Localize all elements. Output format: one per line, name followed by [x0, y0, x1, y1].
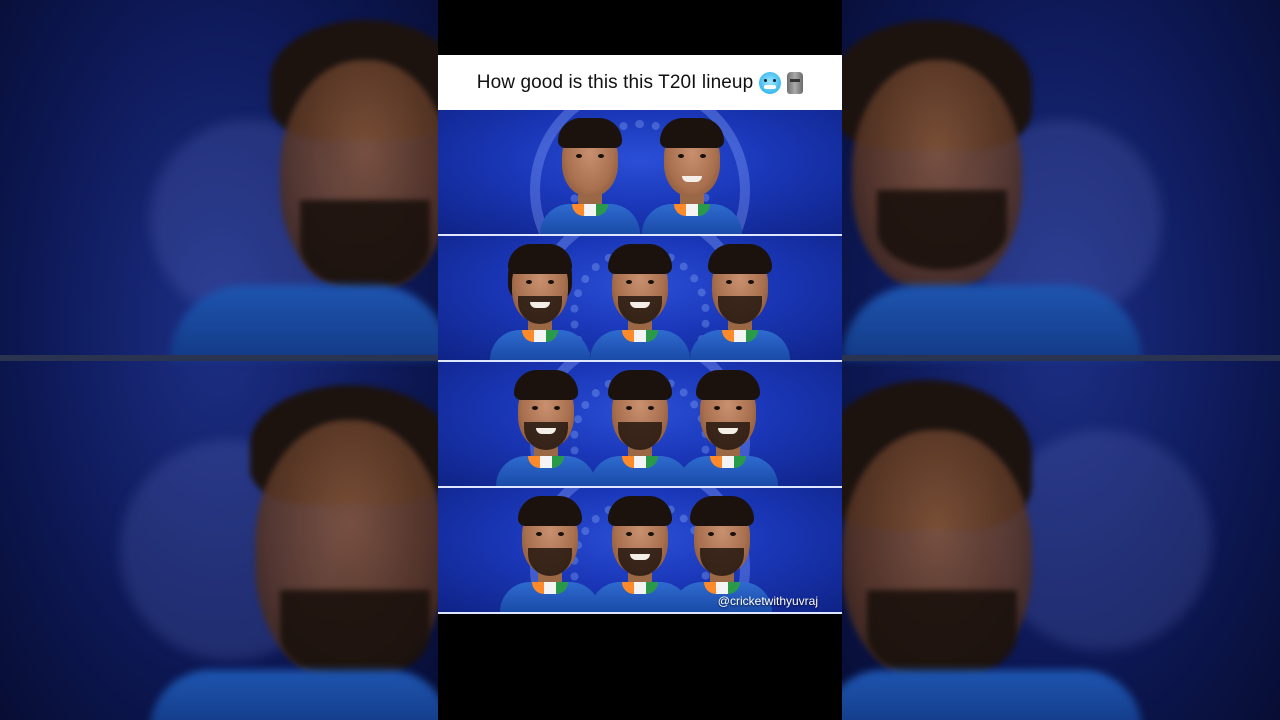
player-photo — [590, 240, 690, 360]
post-content: How good is this this T20I lineup @crick… — [438, 0, 842, 720]
blurred-background-left — [0, 0, 438, 720]
blurred-background-right — [842, 0, 1280, 720]
lineup-row-4: @cricketwithyuvraj — [438, 488, 842, 614]
player-photo — [496, 366, 596, 486]
lineup-image: @cricketwithyuvraj — [438, 110, 842, 614]
lineup-row-2 — [438, 236, 842, 362]
caption-bar: How good is this this T20I lineup — [438, 55, 842, 110]
player-photo — [690, 240, 790, 360]
player-photo — [500, 492, 600, 612]
player-photo — [642, 114, 742, 234]
lineup-row-1 — [438, 110, 842, 236]
player-photo — [490, 240, 590, 360]
player-photo — [540, 114, 640, 234]
player-photo — [590, 366, 690, 486]
post-title: How good is this this T20I lineup — [476, 71, 754, 93]
cold-face-icon — [759, 71, 782, 94]
player-photo — [678, 366, 778, 486]
watermark: @cricketwithyuvraj — [717, 594, 818, 608]
lineup-row-3 — [438, 362, 842, 488]
moai-icon — [787, 71, 804, 94]
